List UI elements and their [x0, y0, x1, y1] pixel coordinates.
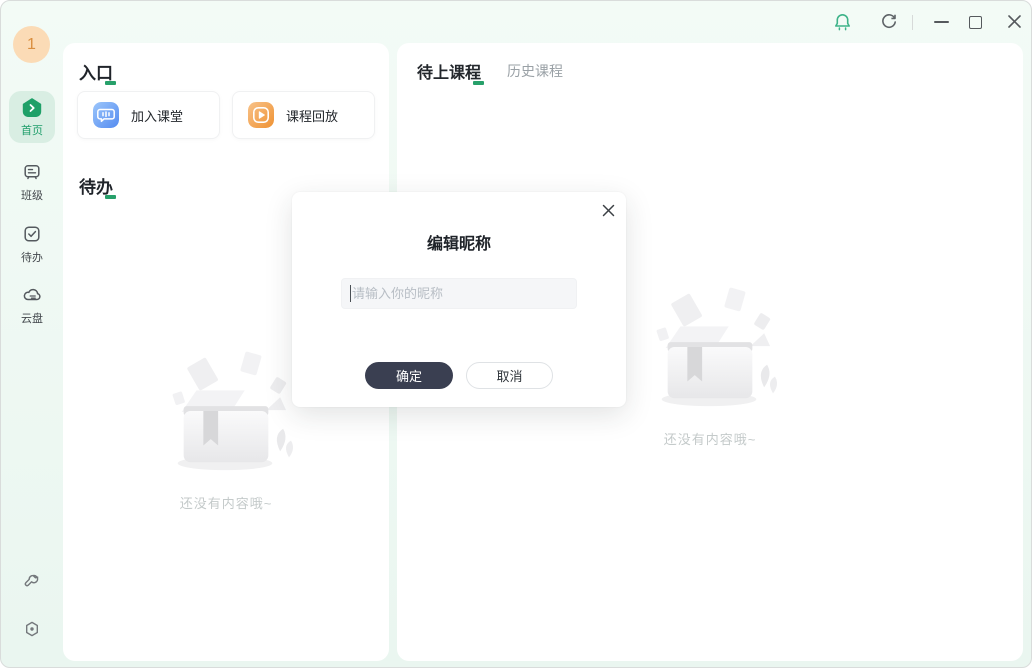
todo-check-icon: [22, 224, 42, 244]
dialog-close-icon[interactable]: [601, 203, 616, 218]
close-window-button[interactable]: [1007, 14, 1022, 29]
text-caret: [350, 285, 351, 302]
sidebar-item-home[interactable]: 首页: [9, 91, 55, 143]
cloud-drive-icon: [22, 285, 42, 305]
avatar-label: 1: [27, 36, 36, 54]
sidebar-item-label: 班级: [21, 187, 43, 203]
user-avatar[interactable]: 1: [13, 26, 50, 63]
empty-box-illustration: [635, 287, 785, 415]
join-classroom-icon: [93, 102, 119, 128]
refresh-icon[interactable]: [880, 13, 898, 31]
course-replay-button[interactable]: 课程回放: [232, 91, 375, 139]
maximize-button[interactable]: [969, 16, 982, 29]
todo-empty-text: 还没有内容哦~: [180, 493, 273, 512]
minimize-button[interactable]: [934, 21, 949, 23]
empty-box-illustration: [151, 351, 301, 479]
class-board-icon: [22, 162, 42, 182]
entry-section-heading: 入口: [79, 59, 113, 84]
nickname-input[interactable]: [341, 278, 577, 309]
todo-section-heading: 待办: [79, 173, 113, 198]
dialog-title: 编辑昵称: [292, 230, 626, 254]
course-replay-icon: [248, 102, 274, 128]
settings-gear-icon[interactable]: [22, 619, 42, 639]
entry-cards: 加入课堂 课程回放: [77, 91, 375, 139]
tab-history-courses[interactable]: 历史课程: [507, 61, 563, 81]
nickname-field-wrap: [341, 278, 577, 309]
sidebar: 1 首页 班级 待办: [1, 1, 63, 667]
app-window: 1 首页 班级 待办: [0, 0, 1032, 668]
sidebar-item-todo[interactable]: 待办: [1, 224, 63, 265]
notification-bell-icon[interactable]: [833, 12, 852, 32]
titlebar-divider: [912, 15, 913, 30]
course-replay-label: 课程回放: [286, 106, 338, 125]
tab-upcoming-courses[interactable]: 待上课程: [417, 59, 481, 83]
join-classroom-label: 加入课堂: [131, 106, 183, 125]
tools-wrench-icon[interactable]: [22, 571, 42, 591]
sidebar-item-label: 云盘: [21, 310, 43, 326]
sidebar-item-label: 待办: [21, 249, 43, 265]
cancel-button[interactable]: 取消: [466, 362, 553, 389]
courses-empty-text: 还没有内容哦~: [664, 429, 757, 448]
course-tabs: 待上课程 历史课程: [417, 59, 563, 83]
sidebar-item-class[interactable]: 班级: [1, 162, 63, 203]
sidebar-item-cloud[interactable]: 云盘: [1, 285, 63, 326]
join-classroom-button[interactable]: 加入课堂: [77, 91, 220, 139]
confirm-button[interactable]: 确定: [365, 362, 453, 389]
sidebar-item-label: 首页: [21, 122, 43, 138]
edit-nickname-dialog: 编辑昵称 确定 取消: [292, 192, 626, 407]
home-icon: [21, 97, 43, 119]
